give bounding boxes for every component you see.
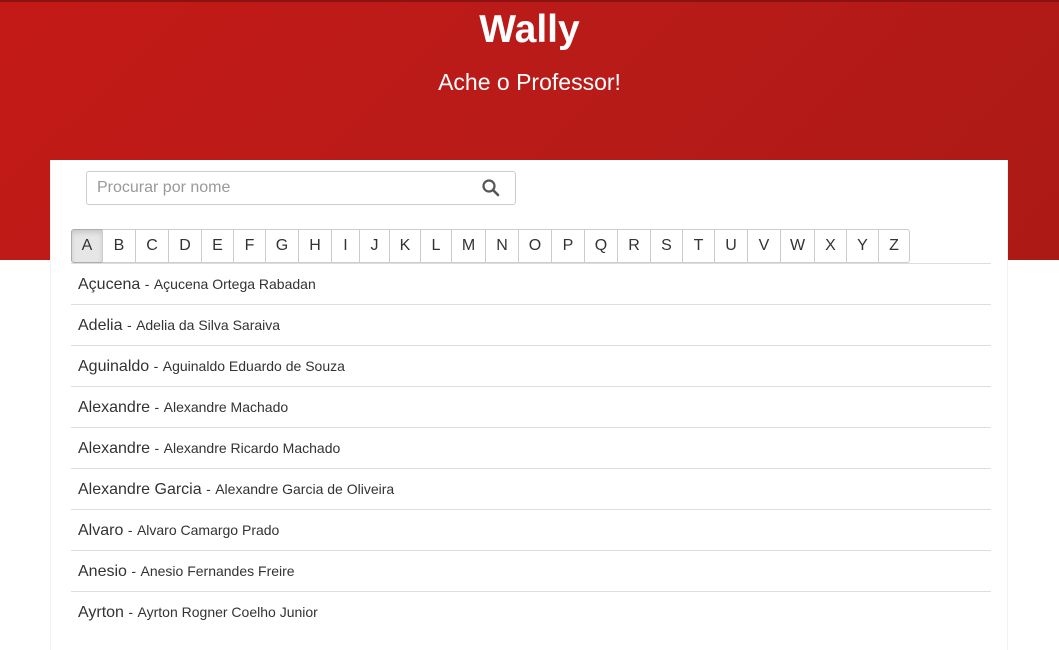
letter-button-v[interactable]: V bbox=[747, 229, 781, 263]
professor-full-name: Alvaro Camargo Prado bbox=[136, 522, 280, 538]
letter-button-m[interactable]: M bbox=[451, 229, 486, 263]
name-separator: - bbox=[206, 481, 211, 497]
letter-button-y[interactable]: Y bbox=[846, 229, 879, 263]
letter-button-p[interactable]: P bbox=[551, 229, 585, 263]
professor-full-name: Ayrton Rogner Coelho Junior bbox=[137, 604, 318, 620]
page-subtitle: Ache o Professor! bbox=[438, 69, 621, 95]
letter-button-r[interactable]: R bbox=[617, 229, 651, 263]
letter-button-u[interactable]: U bbox=[714, 229, 748, 263]
professor-full-name: Alexandre Machado bbox=[163, 399, 289, 415]
professor-nickname: Adelia bbox=[78, 317, 123, 334]
professor-full-name: Alexandre Ricardo Machado bbox=[163, 440, 341, 456]
name-separator: - bbox=[153, 358, 159, 374]
letter-button-c[interactable]: C bbox=[135, 229, 169, 263]
letter-button-s[interactable]: S bbox=[650, 229, 683, 263]
professor-nickname: Alexandre Garcia bbox=[78, 481, 202, 498]
name-separator: - bbox=[154, 399, 160, 415]
name-separator: - bbox=[154, 440, 160, 456]
letter-button-a[interactable]: A bbox=[71, 229, 103, 263]
professor-full-name: Alexandre Garcia de Oliveira bbox=[215, 481, 395, 497]
professor-nickname: Alexandre bbox=[78, 440, 151, 457]
letter-button-l[interactable]: L bbox=[420, 229, 452, 263]
letter-button-g[interactable]: G bbox=[265, 229, 299, 263]
professor-nickname: Alvaro bbox=[78, 522, 124, 539]
list-item[interactable]: Alexandre - Alexandre Ricardo Machado bbox=[71, 428, 991, 469]
professor-nickname: Alexandre bbox=[78, 399, 151, 416]
list-item[interactable]: Aguinaldo - Aguinaldo Eduardo de Souza bbox=[71, 346, 991, 387]
page-title: Wally bbox=[479, 8, 580, 51]
letter-button-d[interactable]: D bbox=[168, 229, 202, 263]
letter-button-j[interactable]: J bbox=[359, 229, 390, 263]
list-item[interactable]: Ayrton - Ayrton Rogner Coelho Junior bbox=[71, 592, 991, 632]
name-separator: - bbox=[128, 604, 134, 620]
letter-button-n[interactable]: N bbox=[485, 229, 519, 263]
professor-full-name: Açucena Ortega Rabadan bbox=[153, 276, 316, 292]
letter-button-i[interactable]: I bbox=[331, 229, 360, 263]
professor-nickname: Açucena bbox=[78, 276, 141, 293]
professor-nickname: Anesio bbox=[78, 563, 127, 580]
search-icon[interactable] bbox=[481, 178, 501, 198]
letter-button-w[interactable]: W bbox=[780, 229, 815, 263]
search-box bbox=[86, 171, 516, 205]
letter-button-z[interactable]: Z bbox=[878, 229, 910, 263]
letter-filter-bar: ABCDEFGHIJKLMNOPQRSTUVWXYZ bbox=[71, 229, 910, 263]
professor-nickname: Ayrton bbox=[78, 604, 124, 621]
professor-list: Açucena - Açucena Ortega Rabadan Adelia -… bbox=[71, 263, 991, 632]
letter-button-f[interactable]: F bbox=[233, 229, 266, 263]
name-separator: - bbox=[127, 522, 133, 538]
main-card: ABCDEFGHIJKLMNOPQRSTUVWXYZ Açucena - Açu… bbox=[50, 160, 1008, 650]
letter-button-t[interactable]: T bbox=[682, 229, 715, 263]
list-item[interactable]: Anesio - Anesio Fernandes Freire bbox=[71, 551, 991, 592]
letter-button-e[interactable]: E bbox=[201, 229, 234, 263]
name-separator: - bbox=[126, 317, 132, 333]
name-separator: - bbox=[144, 276, 150, 292]
list-item[interactable]: Adelia - Adelia da Silva Saraiva bbox=[71, 305, 991, 346]
name-separator: - bbox=[131, 563, 137, 579]
list-item[interactable]: Alexandre Garcia - Alexandre Garcia de O… bbox=[71, 469, 991, 510]
letter-button-q[interactable]: Q bbox=[584, 229, 618, 263]
letter-button-b[interactable]: B bbox=[102, 229, 136, 263]
list-item[interactable]: Alexandre - Alexandre Machado bbox=[71, 387, 991, 428]
search-input[interactable] bbox=[88, 173, 468, 203]
professor-nickname: Aguinaldo bbox=[78, 358, 150, 375]
letter-button-o[interactable]: O bbox=[518, 229, 552, 263]
letter-button-h[interactable]: H bbox=[298, 229, 332, 263]
letter-button-k[interactable]: K bbox=[389, 229, 421, 263]
professor-full-name: Anesio Fernandes Freire bbox=[140, 563, 295, 579]
professor-full-name: Aguinaldo Eduardo de Souza bbox=[162, 358, 345, 374]
list-item[interactable]: Alvaro - Alvaro Camargo Prado bbox=[71, 510, 991, 551]
professor-full-name: Adelia da Silva Saraiva bbox=[136, 317, 281, 333]
list-item[interactable]: Açucena - Açucena Ortega Rabadan bbox=[71, 264, 991, 305]
letter-button-x[interactable]: X bbox=[814, 229, 847, 263]
